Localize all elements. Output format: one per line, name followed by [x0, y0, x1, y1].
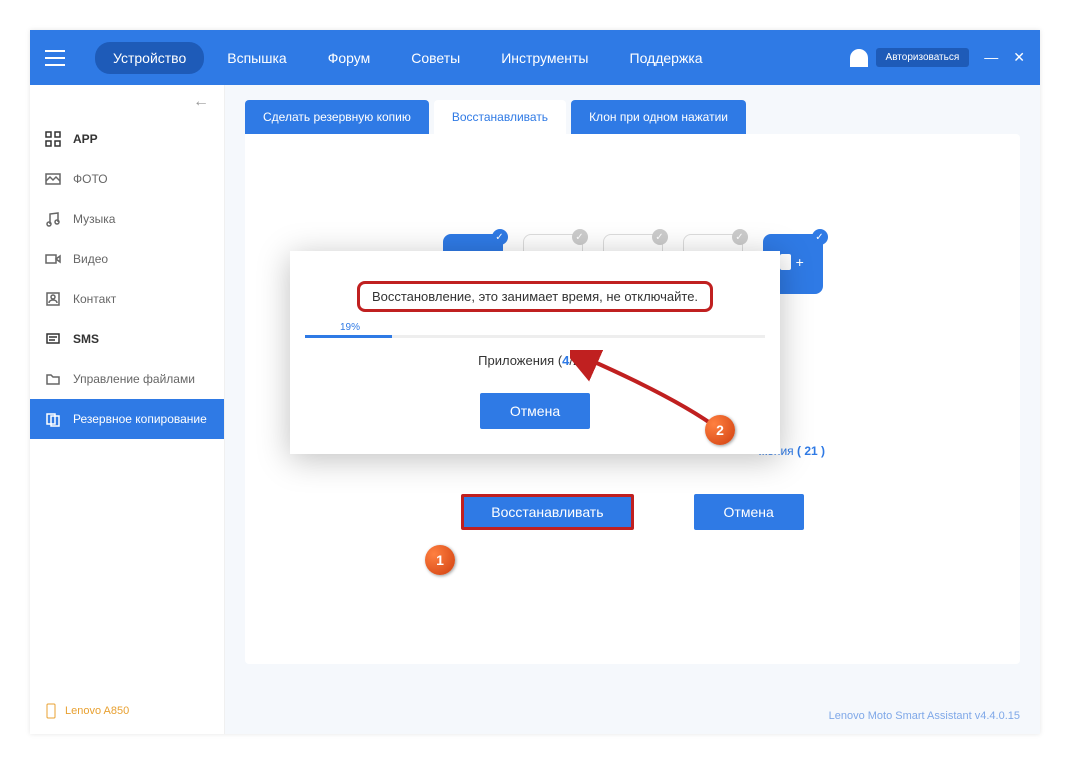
sidebar-item-contact[interactable]: Контакт — [30, 279, 224, 319]
sidebar-item-app[interactable]: APP — [30, 119, 224, 159]
tab-backup[interactable]: Сделать резервную копию — [245, 100, 429, 134]
device-name: Lenovo A850 — [65, 705, 129, 717]
progress-modal: Восстановление, это занимает время, не о… — [290, 251, 780, 454]
window-frame: Устройство Вспышка Форум Советы Инструме… — [30, 30, 1040, 734]
nav-tab-tips[interactable]: Советы — [393, 42, 478, 74]
back-button[interactable]: ← — [30, 85, 224, 119]
user-area: Авторизоваться — [850, 48, 970, 67]
progress-percent: 19% — [290, 322, 780, 333]
device-status[interactable]: Lenovo A850 — [45, 703, 129, 719]
video-icon — [45, 251, 61, 267]
sidebar-item-label: Управление файлами — [73, 372, 195, 386]
progress-text: Приложения (4/21) — [290, 353, 780, 368]
modal-cancel-button[interactable]: Отмена — [480, 393, 590, 429]
sidebar-item-backup[interactable]: Резервное копирование — [30, 399, 224, 439]
check-icon: ✓ — [652, 229, 668, 245]
nav-tab-tools[interactable]: Инструменты — [483, 42, 606, 74]
tab-restore[interactable]: Восстанавливать — [434, 100, 566, 134]
sidebar-item-label: SMS — [73, 332, 99, 346]
sidebar-item-music[interactable]: Музыка — [30, 199, 224, 239]
progress-bar — [305, 335, 765, 338]
nav-tab-forum[interactable]: Форум — [310, 42, 389, 74]
grid-icon — [45, 131, 61, 147]
cancel-button[interactable]: Отмена — [694, 494, 804, 530]
sidebar-item-label: Музыка — [73, 212, 115, 226]
check-icon: ✓ — [572, 229, 588, 245]
restore-button[interactable]: Восстанавливать — [461, 494, 633, 530]
contact-icon — [45, 291, 61, 307]
sidebar-item-photo[interactable]: ФОТО — [30, 159, 224, 199]
music-icon — [45, 211, 61, 227]
sms-icon — [45, 331, 61, 347]
login-button[interactable]: Авторизоваться — [876, 48, 970, 67]
check-icon: ✓ — [732, 229, 748, 245]
app-window: Устройство Вспышка Форум Советы Инструме… — [0, 0, 1070, 764]
sidebar-item-label: APP — [73, 132, 98, 146]
nav-tab-flash[interactable]: Вспышка — [209, 42, 304, 74]
sidebar-item-label: ФОТО — [73, 172, 108, 186]
check-icon: ✓ — [812, 229, 828, 245]
nav-tab-support[interactable]: Поддержка — [612, 42, 721, 74]
check-icon: ✓ — [492, 229, 508, 245]
action-buttons: Восстанавливать Отмена — [285, 494, 980, 530]
user-icon — [850, 49, 868, 67]
close-button[interactable]: ✕ — [1013, 49, 1025, 66]
titlebar: Устройство Вспышка Форум Советы Инструме… — [30, 30, 1040, 85]
photo-icon — [45, 171, 61, 187]
menu-icon[interactable] — [45, 50, 65, 66]
tab-clone[interactable]: Клон при одном нажатии — [571, 100, 746, 134]
nav-tabs: Устройство Вспышка Форум Советы Инструме… — [95, 42, 850, 74]
sidebar-item-sms[interactable]: SMS — [30, 319, 224, 359]
sidebar-item-label: Контакт — [73, 292, 116, 306]
sidebar: ← APP ФОТО Музыка Видео — [30, 85, 225, 734]
modal-message: Восстановление, это занимает время, не о… — [357, 281, 713, 312]
nav-tab-device[interactable]: Устройство — [95, 42, 204, 74]
folder-icon — [45, 371, 61, 387]
minimize-button[interactable]: — — [984, 49, 998, 66]
phone-icon — [45, 703, 57, 719]
backup-icon — [45, 411, 61, 427]
sidebar-item-label: Резервное копирование — [73, 412, 207, 426]
progress-fill — [305, 335, 392, 338]
window-controls: — ✕ — [984, 49, 1025, 66]
sidebar-item-video[interactable]: Видео — [30, 239, 224, 279]
content-tabs: Сделать резервную копию Восстанавливать … — [225, 85, 1040, 134]
footer-version: Lenovo Moto Smart Assistant v4.4.0.15 — [829, 710, 1020, 722]
sidebar-item-label: Видео — [73, 252, 108, 266]
sidebar-item-files[interactable]: Управление файлами — [30, 359, 224, 399]
